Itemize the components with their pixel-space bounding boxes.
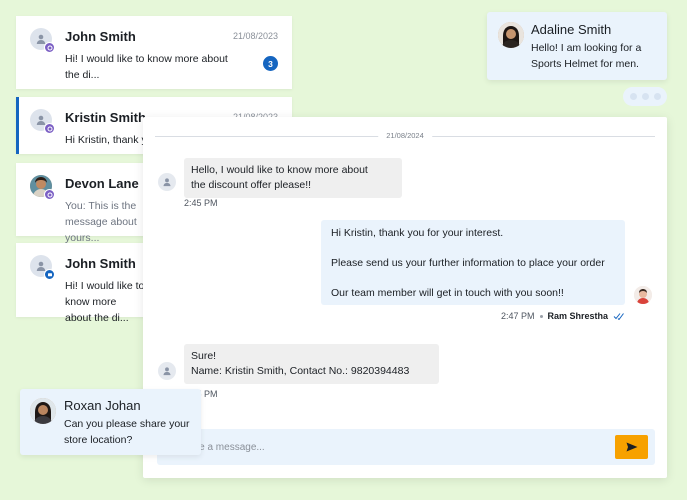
contact-name: John Smith [65,29,136,44]
agent-avatar [634,286,652,304]
sender-name: Ram Shrestha [547,311,609,321]
person-icon [158,173,176,191]
date-separator-label: 21/08/2024 [378,131,432,140]
date-separator: 21/08/2024 [143,131,667,141]
typing-dot [629,93,637,100]
viber-icon [44,189,55,200]
typing-dot [641,93,649,100]
separator-dot [539,314,543,318]
send-button[interactable] [615,435,648,459]
contact-name: Kristin Smith [65,110,146,125]
message-preview: Can you please share your store location… [64,418,190,446]
outgoing-message: Hi Kristin, thank you for your interest.… [321,220,625,305]
avatar [30,175,55,200]
send-icon [626,442,637,452]
message-preview: You: This is the message about yours... [65,200,137,244]
app-canvas: John Smith 21/08/2023 Hi! I would like t… [0,0,687,500]
contact-name: Devon Lane [65,176,139,191]
incoming-message: Sure! Name: Kristin Smith, Contact No.: … [184,344,439,384]
incoming-chat-card[interactable]: Roxan Johan Can you please share your st… [20,389,201,455]
double-check-icon [613,313,624,320]
typing-indicator [623,87,667,106]
message-line: Please send us your further information … [331,257,605,269]
contact-name: Roxan Johan [64,398,141,413]
message-preview: Hello! I am looking for a Sports Helmet … [531,42,642,70]
incoming-message: Hello, I would like to know more about t… [184,158,402,198]
person-icon [158,362,176,380]
contact-name: John Smith [65,256,136,271]
message-preview: Hi! I would like to know more about the … [65,280,145,324]
viber-icon [44,42,55,53]
message-line: Our team member will get in touch with y… [331,287,564,299]
viber-icon [44,123,55,134]
avatar [30,109,55,134]
message-line: Sure! [191,350,217,362]
message-composer [157,429,655,465]
contact-photo [498,22,524,48]
avatar [30,28,55,53]
incoming-chat-card[interactable]: Adaline Smith Hello! I am looking for a … [487,12,667,80]
conversation-item[interactable]: John Smith 21/08/2023 Hi! I would like t… [16,16,292,89]
message-preview: Hi! I would like to know more about the … [65,53,228,81]
message-line: the discount offer please!! [191,179,312,191]
message-time: 2:45 PM [184,198,218,208]
conversation-date: 21/08/2023 [232,31,278,41]
chat-icon [44,269,55,280]
typing-dot [653,93,661,100]
message-line: Hi Kristin, thank you for your interest. [331,227,504,239]
message-input[interactable] [157,429,597,465]
message-line: Name: Kristin Smith, Contact No.: 982039… [191,365,410,377]
message-meta: 2:47 PM Ram Shrestha [501,311,625,321]
unread-badge: 3 [263,56,278,71]
contact-name: Adaline Smith [531,22,612,37]
contact-photo [30,398,56,424]
chat-window: 21/08/2024 Hello, I would like to know m… [143,117,667,478]
avatar [30,255,55,280]
message-time: 2:47 PM [501,311,535,321]
message-line: Hello, I would like to know more about [191,164,368,176]
